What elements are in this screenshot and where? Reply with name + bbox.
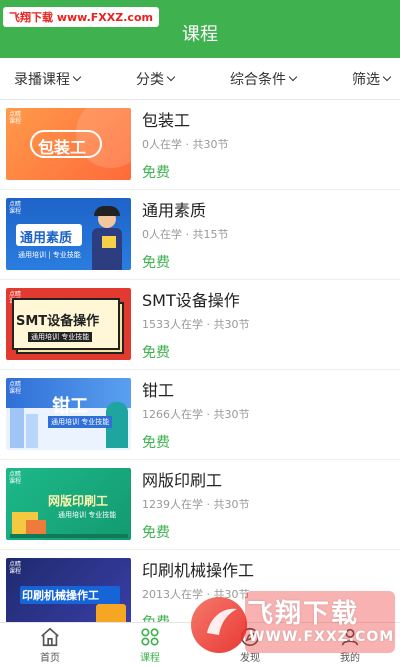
watermark-url: WWW.FXXZ.COM	[249, 629, 395, 645]
course-thumbnail: 点睛课程 包装工	[6, 108, 131, 180]
thumb-title: SMT设备操作	[16, 314, 100, 329]
filter-sort[interactable]: 综合条件	[230, 69, 298, 89]
course-grid-icon	[141, 628, 159, 646]
thumb-subtitle: 通用培训 专业技能	[58, 511, 117, 519]
course-price: 免费	[142, 525, 170, 541]
course-thumbnail: 点睛课程 钳工 通用培训 专业技能	[6, 378, 131, 450]
thumb-subtitle: 通用培训 专业技能	[48, 416, 113, 428]
thumb-title: 印刷机械操作工	[22, 589, 99, 602]
course-title: 网版印刷工	[142, 471, 223, 490]
filter-category[interactable]: 分类	[136, 69, 176, 89]
chevron-down-icon	[288, 72, 298, 82]
thumb-badge: 点睛课程	[9, 381, 22, 395]
filter-label: 分类	[136, 71, 164, 88]
course-thumbnail: 点睛课程 印刷机械操作工	[6, 558, 131, 622]
course-thumbnail: 点睛课程 SMT设备操作 通用培训 专业技能	[6, 288, 131, 360]
app-header: 课程 飞翔下载 www.FXXZ.com	[0, 0, 400, 58]
course-price: 免费	[142, 255, 170, 271]
filter-recorded-courses[interactable]: 录播课程	[14, 69, 82, 89]
course-price: 免费	[142, 345, 170, 361]
chevron-down-icon	[382, 72, 392, 82]
thumb-title: 通用素质	[20, 231, 73, 246]
course-meta: 0人在学 · 共15节	[142, 228, 229, 241]
course-item[interactable]: 点睛课程 包装工 包装工 0人在学 · 共30节 免费	[0, 100, 400, 190]
thumb-badge: 点睛课程	[9, 201, 22, 215]
thumb-title: 钳工	[52, 396, 88, 417]
thumb-badge: 点睛课程	[9, 561, 22, 575]
filter-screen[interactable]: 筛选	[352, 69, 392, 89]
course-item[interactable]: 点睛课程 SMT设备操作 通用培训 专业技能 SMT设备操作 1533人在学 ·…	[0, 280, 400, 370]
course-list: 点睛课程 包装工 包装工 0人在学 · 共30节 免费 点睛课程 通用素质 通用…	[0, 100, 400, 622]
thumb-subtitle: 通用培训 专业技能	[28, 332, 93, 342]
thumb-badge: 点睛课程	[9, 111, 22, 125]
filter-label: 综合条件	[230, 71, 286, 88]
course-title: 钳工	[142, 381, 175, 400]
tab-home[interactable]: 首页	[0, 623, 100, 667]
course-thumbnail: 点睛课程 通用素质 通用培训 | 专业技能	[6, 198, 131, 270]
watermark-brand: 飞翔下载	[247, 599, 360, 629]
chevron-down-icon	[72, 72, 82, 82]
course-price: 免费	[142, 435, 170, 451]
course-title: 印刷机械操作工	[142, 561, 255, 580]
course-item[interactable]: 点睛课程 钳工 通用培训 专业技能 钳工 1266人在学 · 共30节 免费	[0, 370, 400, 460]
tab-label: 课程	[140, 653, 160, 664]
thumb-title: 包装工	[38, 138, 87, 157]
course-title: 通用素质	[142, 201, 207, 220]
course-thumbnail: 点睛课程 网版印刷工 通用培训 专业技能	[6, 468, 131, 540]
course-title: 包装工	[142, 111, 191, 130]
thumb-title: 网版印刷工	[48, 494, 109, 508]
filter-label: 录播课程	[14, 71, 70, 88]
thumb-badge: 点睛课程	[9, 471, 22, 485]
course-meta: 1239人在学 · 共30节	[142, 498, 250, 511]
home-icon	[41, 627, 59, 647]
course-price: 免费	[142, 165, 170, 181]
course-item[interactable]: 点睛课程 通用素质 通用培训 | 专业技能 通用素质 0人在学 · 共15节 免…	[0, 190, 400, 280]
course-meta: 1266人在学 · 共30节	[142, 408, 250, 421]
course-meta: 0人在学 · 共30节	[142, 138, 229, 151]
course-item[interactable]: 点睛课程 网版印刷工 通用培训 专业技能 网版印刷工 1239人在学 · 共30…	[0, 460, 400, 550]
course-title: SMT设备操作	[142, 291, 240, 310]
thumb-subtitle: 通用培训 | 专业技能	[18, 251, 81, 259]
course-price: 免费	[142, 612, 170, 622]
tab-label: 首页	[40, 653, 60, 664]
watermark-bottom: 飞翔下载 WWW.FXXZ.COM	[185, 585, 400, 667]
filter-label: 筛选	[352, 71, 380, 88]
chevron-down-icon	[166, 72, 176, 82]
watermark-top: 飞翔下载 www.FXXZ.com	[3, 7, 159, 27]
course-meta: 1533人在学 · 共30节	[142, 318, 250, 331]
filter-bar: 录播课程 分类 综合条件 筛选	[0, 58, 400, 100]
